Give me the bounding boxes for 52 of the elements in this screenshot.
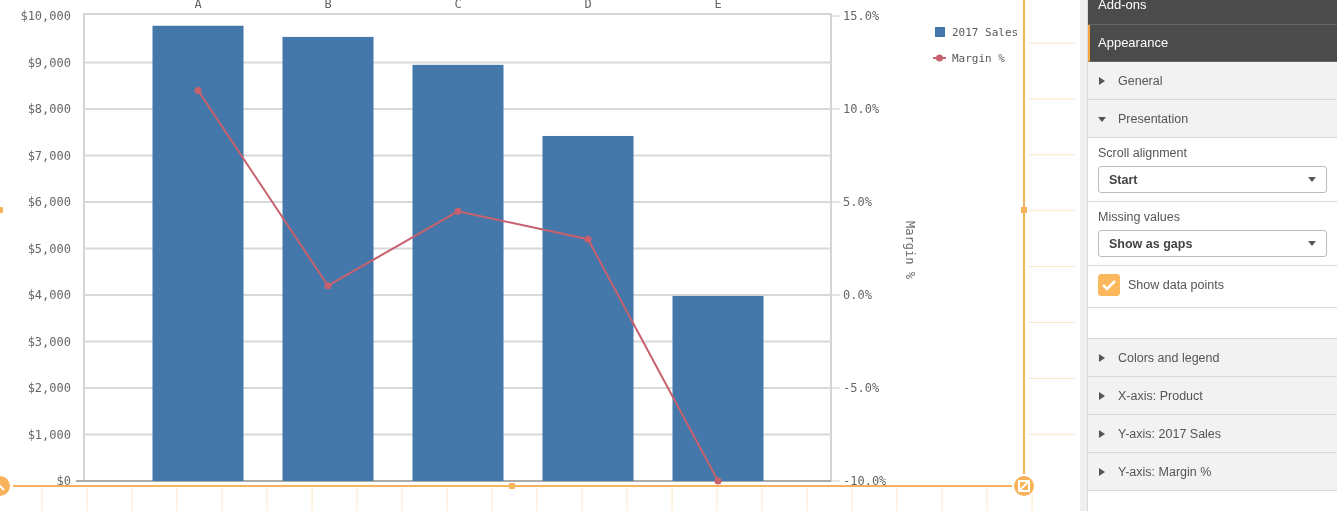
axis-label: $9,000 — [27, 55, 71, 70]
section-header[interactable]: X-axis: Product — [1088, 377, 1337, 415]
axis-label: $10,000 — [20, 9, 71, 23]
category-label: E — [714, 0, 722, 11]
data-point — [584, 235, 592, 243]
resize-handle[interactable] — [0, 476, 10, 496]
data-point — [324, 282, 332, 290]
axis-label: $1,000 — [27, 427, 71, 442]
dropdown[interactable]: Show as gaps — [1098, 230, 1327, 257]
axis-label: 15.0% — [843, 9, 880, 23]
checkbox[interactable] — [1098, 274, 1120, 296]
axis-title: Margin % — [903, 221, 917, 279]
panel-tab[interactable]: Add-ons — [1088, 0, 1337, 25]
splitter-bar[interactable] — [1080, 0, 1088, 511]
resize-handle[interactable] — [0, 207, 3, 213]
section-header[interactable]: Colors and legend — [1088, 339, 1337, 377]
axis-label: 5.0% — [843, 195, 872, 209]
section-header[interactable]: General — [1088, 62, 1337, 100]
legend-label: 2017 Sales — [952, 26, 1019, 39]
legend-label: Margin % — [952, 52, 1005, 65]
field-label: Scroll alignment — [1098, 146, 1188, 160]
axis-label: -10.0% — [843, 474, 887, 488]
section-header[interactable]: Y-axis: Margin % — [1088, 453, 1337, 491]
caret-icon — [1308, 177, 1316, 182]
axis-label: $4,000 — [27, 288, 71, 302]
category-label: D — [584, 0, 592, 11]
axis-label: $6,000 — [27, 195, 71, 209]
checkbox-label: Show data points — [1128, 278, 1224, 292]
data-point — [454, 207, 462, 215]
axis-label: $7,000 — [27, 148, 71, 163]
section-header[interactable]: Presentation — [1088, 100, 1337, 138]
axis-label: $8,000 — [27, 102, 71, 116]
axis-label: 0.0% — [843, 288, 872, 302]
axis-label: $2,000 — [27, 381, 71, 395]
panel-tab[interactable]: Appearance — [1088, 25, 1337, 62]
section-header[interactable]: Y-axis: 2017 Sales — [1088, 415, 1337, 453]
category-label: A — [194, 0, 202, 11]
category-label: B — [324, 0, 332, 11]
resize-handle[interactable] — [509, 483, 515, 489]
axis-label: $3,000 — [27, 334, 71, 349]
axis-label: $5,000 — [27, 241, 71, 256]
check-icon — [1102, 279, 1116, 291]
data-point — [714, 477, 722, 485]
dropdown[interactable]: Start — [1098, 166, 1327, 193]
axis-label: $0 — [56, 474, 71, 488]
data-point — [194, 86, 202, 94]
resize-handle[interactable] — [1021, 207, 1027, 213]
field-label: Missing values — [1098, 210, 1181, 224]
resize-handle[interactable] — [1014, 476, 1034, 496]
axis-label: 10.0% — [843, 102, 880, 116]
axis-label: -5.0% — [843, 381, 880, 395]
caret-icon — [1308, 241, 1316, 246]
